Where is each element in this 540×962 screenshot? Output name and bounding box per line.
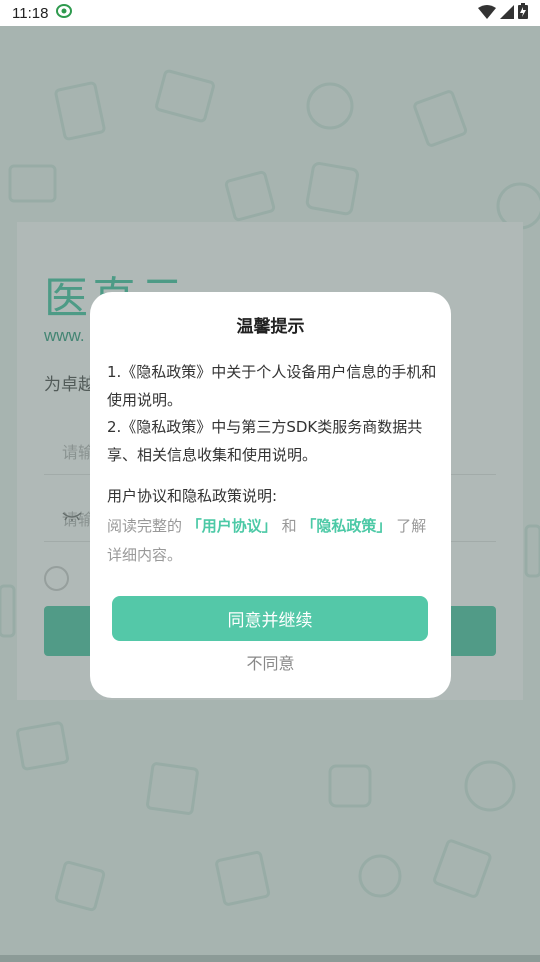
app-notification-icon bbox=[56, 3, 73, 23]
navigation-bar bbox=[0, 955, 540, 962]
privacy-line-1: 1.《隐私政策》中关于个人设备用户信息的手机和使用说明。 bbox=[107, 363, 437, 409]
status-time: 11:18 bbox=[12, 4, 49, 22]
privacy-line-2: 2.《隐私政策》中与第三方SDK类服务商数据共享、相关信息收集和使用说明。 bbox=[107, 418, 423, 464]
dialog-body: 1.《隐私政策》中关于个人设备用户信息的手机和使用说明。 2.《隐私政策》中与第… bbox=[107, 359, 437, 469]
privacy-dialog: 温馨提示 1.《隐私政策》中关于个人设备用户信息的手机和使用说明。 2.《隐私政… bbox=[90, 292, 451, 698]
privacy-policy-link[interactable]: 「隐私政策」 bbox=[301, 517, 391, 535]
battery-icon bbox=[518, 3, 528, 23]
wifi-icon bbox=[478, 4, 496, 23]
section-heading: 用户协议和隐私政策说明: bbox=[107, 487, 278, 505]
agree-continue-button[interactable]: 同意并继续 bbox=[112, 596, 428, 641]
status-bar: 11:18 bbox=[0, 0, 540, 26]
user-agreement-link[interactable]: 「用户协议」 bbox=[187, 517, 277, 535]
cellular-signal-icon bbox=[500, 4, 514, 23]
disagree-button[interactable]: 不同意 bbox=[90, 650, 451, 674]
dialog-title: 温馨提示 bbox=[236, 317, 305, 337]
section-text: 阅读完整的 「用户协议」 和 「隐私政策」 了解详细内容。 bbox=[107, 512, 437, 570]
section-prefix: 阅读完整的 bbox=[107, 517, 183, 535]
status-right bbox=[478, 3, 528, 23]
section-and: 和 bbox=[281, 517, 297, 535]
status-left: 11:18 bbox=[12, 3, 73, 23]
